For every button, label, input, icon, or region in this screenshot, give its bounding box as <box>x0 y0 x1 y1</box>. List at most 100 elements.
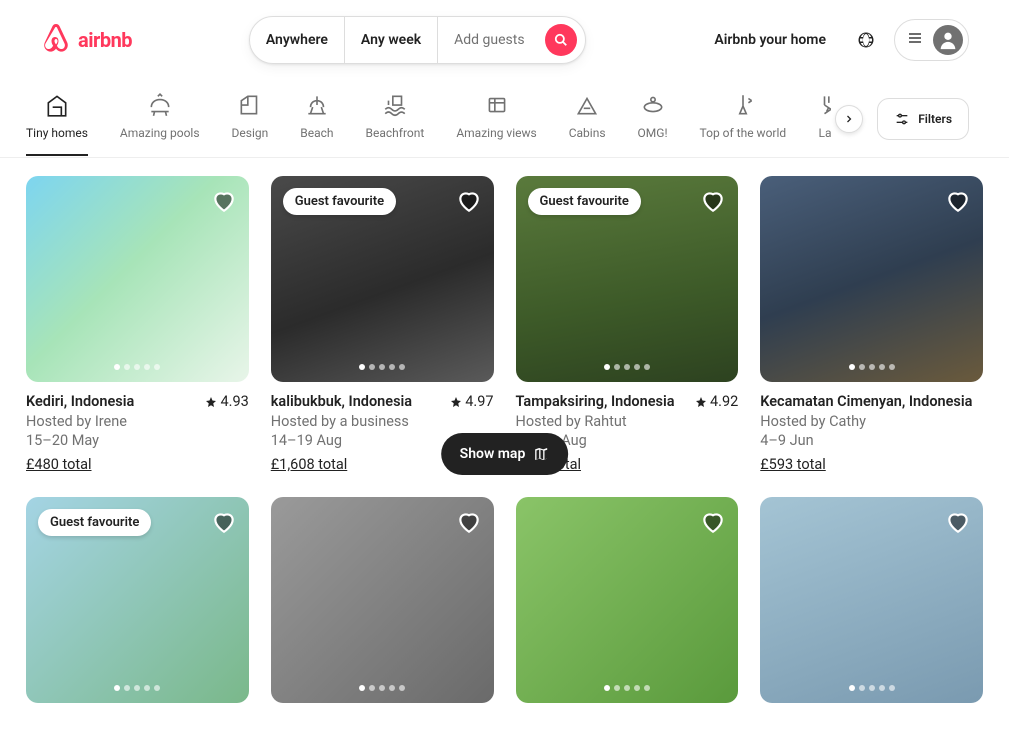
photo-dots <box>359 364 405 370</box>
wishlist-heart-icon[interactable] <box>945 509 971 539</box>
logo-text: airbnb <box>78 28 132 52</box>
category-label: Tiny homes <box>26 126 88 140</box>
category-icon <box>44 92 70 118</box>
search-who[interactable]: Add guests <box>437 17 540 63</box>
listing-dates: 15–20 May <box>26 431 249 451</box>
category-label: Lake <box>819 126 832 140</box>
category-tab[interactable]: Beachfront <box>366 92 425 156</box>
listing-card[interactable]: Kecamatan Cimenyan, Indonesia Hosted by … <box>760 176 983 475</box>
listing-card[interactable] <box>516 497 739 732</box>
category-scroll-right[interactable] <box>835 105 863 133</box>
listing-host: Hosted by Cathy <box>760 412 983 432</box>
photo-dots <box>114 364 160 370</box>
photo-dots <box>849 364 895 370</box>
category-tab[interactable]: Top of the world <box>700 92 787 156</box>
listing-card[interactable] <box>760 497 983 732</box>
wishlist-heart-icon[interactable] <box>456 188 482 218</box>
listing-rating: 4.97 <box>450 392 493 412</box>
wishlist-heart-icon[interactable] <box>945 188 971 218</box>
category-label: Amazing views <box>456 126 536 140</box>
wishlist-heart-icon[interactable] <box>211 188 237 218</box>
airbnb-logo-icon <box>40 22 72 58</box>
category-icon <box>640 92 666 118</box>
search-when[interactable]: Any week <box>344 17 437 63</box>
listing-price: £593 total <box>760 455 826 475</box>
photo-dots <box>114 685 160 691</box>
search-where[interactable]: Anywhere <box>250 17 344 63</box>
listing-card[interactable]: Guest favourite <box>26 497 249 732</box>
menu-icon <box>907 30 923 50</box>
filters-icon <box>894 111 910 127</box>
show-map-button[interactable]: Show map <box>441 433 569 475</box>
wishlist-heart-icon[interactable] <box>211 509 237 539</box>
listing-price: £480 total <box>26 455 92 475</box>
listing-card[interactable]: Guest favourite kalibukbuk, Indonesia 4.… <box>271 176 494 475</box>
search-bar[interactable]: Anywhere Any week Add guests <box>249 16 586 64</box>
avatar-icon <box>933 25 963 55</box>
wishlist-heart-icon[interactable] <box>700 509 726 539</box>
photo-dots <box>604 685 650 691</box>
category-tab[interactable]: Lake <box>818 92 831 156</box>
category-icon <box>730 92 756 118</box>
category-tab[interactable]: OMG! <box>638 92 668 156</box>
listing-card[interactable]: Kediri, Indonesia 4.93 Hosted by Irene 1… <box>26 176 249 475</box>
listing-title: Kediri, Indonesia <box>26 392 134 412</box>
category-icon <box>818 92 831 118</box>
listing-image <box>760 497 983 703</box>
listing-dates: 4–9 Jun <box>760 431 983 451</box>
photo-dots <box>359 685 405 691</box>
photo-dots <box>604 364 650 370</box>
listing-title: Tampaksiring, Indonesia <box>516 392 675 412</box>
category-label: OMG! <box>638 126 668 140</box>
guest-favourite-badge: Guest favourite <box>528 188 641 215</box>
listing-host: Hosted by a business <box>271 412 494 432</box>
category-label: Amazing pools <box>120 126 200 140</box>
category-label: Design <box>232 126 269 140</box>
show-map-label: Show map <box>460 446 526 462</box>
category-label: Beachfront <box>366 126 425 140</box>
category-icon <box>484 92 510 118</box>
listing-image <box>516 497 739 703</box>
listing-host: Hosted by Irene <box>26 412 249 432</box>
wishlist-heart-icon[interactable] <box>700 188 726 218</box>
filters-button[interactable]: Filters <box>877 98 969 140</box>
category-tabs: Tiny homes Amazing pools Design Beach Beachf… <box>26 82 831 156</box>
listing-rating: 4.92 <box>695 392 738 412</box>
map-icon <box>533 446 549 462</box>
category-icon <box>382 92 408 118</box>
category-label: Beach <box>300 126 333 140</box>
listing-image: Guest favourite <box>26 497 249 703</box>
listing-title: Kecamatan Cimenyan, Indonesia <box>760 392 972 412</box>
category-label: Cabins <box>569 126 606 140</box>
listing-title: kalibukbuk, Indonesia <box>271 392 412 412</box>
user-menu[interactable] <box>894 19 969 61</box>
category-tab[interactable]: Tiny homes <box>26 92 88 156</box>
category-tab[interactable]: Amazing pools <box>120 92 200 156</box>
globe-icon[interactable] <box>846 20 886 60</box>
listing-host: Hosted by Rahtut <box>516 412 739 432</box>
category-tab[interactable]: Beach <box>300 92 333 156</box>
listing-image: Guest favourite <box>516 176 739 382</box>
category-tab[interactable]: Design <box>232 92 269 156</box>
listing-card[interactable]: Guest favourite Tampaksiring, Indonesia … <box>516 176 739 475</box>
category-tab[interactable]: Amazing views <box>456 92 536 156</box>
category-tab[interactable]: Cabins <box>569 92 606 156</box>
listing-price: £1,608 total <box>271 455 348 475</box>
category-label: Top of the world <box>700 126 787 140</box>
category-icon <box>304 92 330 118</box>
category-icon <box>574 92 600 118</box>
category-icon <box>147 92 173 118</box>
listing-image <box>271 497 494 703</box>
logo[interactable]: airbnb <box>40 22 132 58</box>
listing-card[interactable] <box>271 497 494 732</box>
search-button[interactable] <box>545 24 577 56</box>
category-icon <box>237 92 263 118</box>
host-link[interactable]: Airbnb your home <box>702 20 838 60</box>
photo-dots <box>849 685 895 691</box>
filters-label: Filters <box>918 112 952 126</box>
listing-rating: 4.93 <box>205 392 248 412</box>
guest-favourite-badge: Guest favourite <box>283 188 396 215</box>
wishlist-heart-icon[interactable] <box>456 509 482 539</box>
listing-image: Guest favourite <box>271 176 494 382</box>
listing-image <box>760 176 983 382</box>
